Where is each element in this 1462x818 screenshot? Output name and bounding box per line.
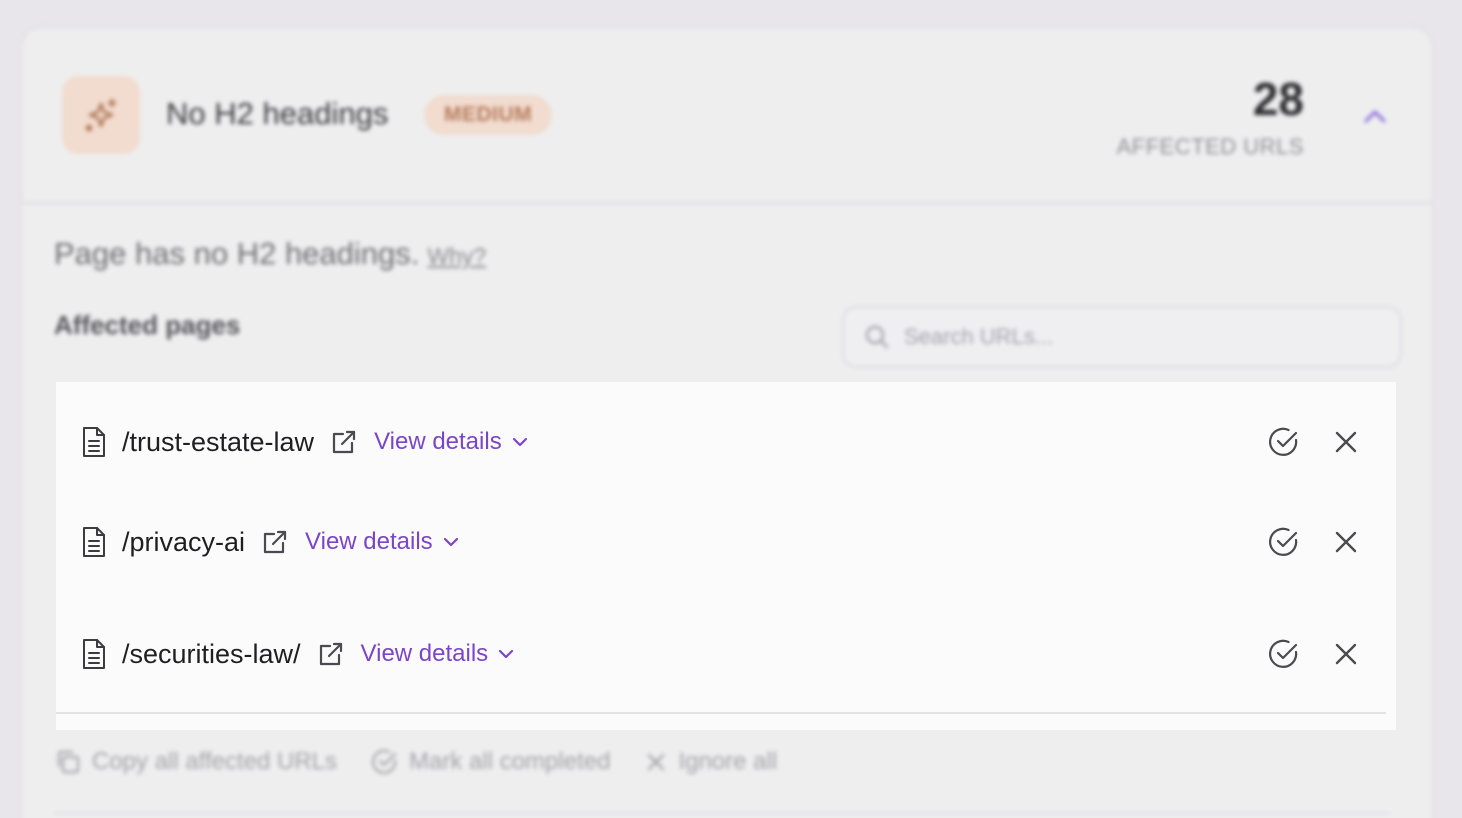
ignore-all-label: Ignore all <box>678 748 778 775</box>
mark-all-completed-button[interactable]: Mark all completed <box>371 748 610 776</box>
copy-icon <box>54 748 82 776</box>
close-icon <box>644 750 668 774</box>
stage: No H2 headings MEDIUM 28 AFFECTED URLS P… <box>0 0 1462 818</box>
list-item: /privacy-ai View details <box>56 512 1396 572</box>
copy-all-urls-label: Copy all affected URLs <box>92 748 338 775</box>
divider <box>54 812 1390 814</box>
list-item: /trust-estate-law View details <box>56 412 1396 472</box>
issue-title: No H2 headings <box>166 96 389 131</box>
divider <box>56 712 1386 714</box>
severity-badge: MEDIUM <box>424 95 553 135</box>
document-icon <box>80 426 108 458</box>
affected-pages-list: /trust-estate-law View details /privacy-… <box>56 382 1396 730</box>
page-path: /trust-estate-law <box>122 426 315 457</box>
external-link-icon[interactable] <box>317 640 345 668</box>
page-path: /securities-law/ <box>122 638 301 669</box>
view-details-label: View details <box>374 428 502 455</box>
ignore-button[interactable] <box>1332 640 1360 668</box>
check-circle-icon <box>371 748 399 776</box>
chevron-down-icon <box>510 432 530 452</box>
view-details-label: View details <box>305 528 433 555</box>
external-link-icon[interactable] <box>261 528 289 556</box>
affected-count: 28 <box>1252 73 1304 125</box>
row-actions <box>1268 638 1360 670</box>
search-input[interactable]: Search URLs... <box>904 324 1053 350</box>
page-path: /privacy-ai <box>122 526 246 557</box>
document-icon <box>80 526 108 558</box>
document-icon <box>80 638 108 670</box>
ignore-button[interactable] <box>1332 528 1360 556</box>
sparkle-icon <box>62 76 140 154</box>
chevron-up-icon[interactable] <box>1362 104 1388 130</box>
mark-complete-button[interactable] <box>1268 638 1300 670</box>
affected-pages-heading: Affected pages <box>54 310 241 340</box>
row-actions <box>1268 426 1360 458</box>
issue-description: Page has no H2 headings. Why? <box>54 236 486 272</box>
row-actions <box>1268 526 1360 558</box>
chevron-down-icon <box>441 532 461 552</box>
affected-count-label: AFFECTED URLS <box>1116 134 1304 159</box>
view-details-label: View details <box>360 640 489 667</box>
view-details-button[interactable]: View details <box>374 428 530 456</box>
bulk-actions: Copy all affected URLs Mark all complete… <box>54 748 777 776</box>
view-details-button[interactable]: View details <box>305 528 461 556</box>
mark-complete-button[interactable] <box>1268 526 1300 558</box>
list-item: /securities-law/ View details <box>56 624 1396 684</box>
why-link[interactable]: Why? <box>427 243 486 269</box>
issue-card-header[interactable]: No H2 headings MEDIUM 28 AFFECTED URLS <box>22 28 1432 204</box>
issue-description-text: Page has no H2 headings. <box>54 236 420 271</box>
search-icon <box>864 324 890 350</box>
view-details-button[interactable]: View details <box>361 640 517 668</box>
external-link-icon[interactable] <box>330 428 358 456</box>
ignore-all-button[interactable]: Ignore all <box>644 748 777 776</box>
ignore-button[interactable] <box>1332 428 1360 456</box>
mark-complete-button[interactable] <box>1268 426 1300 458</box>
chevron-down-icon <box>496 644 516 664</box>
search-field[interactable]: Search URLs... <box>842 306 1402 368</box>
copy-all-urls-button[interactable]: Copy all affected URLs <box>54 748 337 776</box>
mark-all-completed-label: Mark all completed <box>409 748 611 775</box>
